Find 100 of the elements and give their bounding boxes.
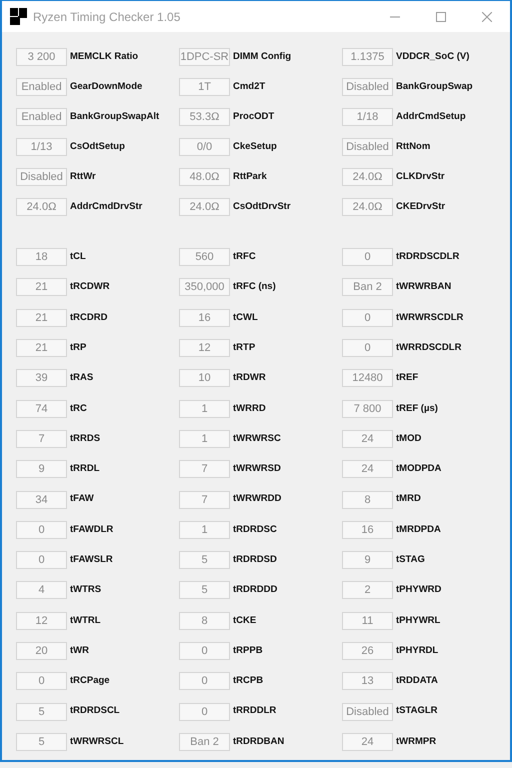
field-label: VDDCR_SoC (V): [396, 50, 470, 64]
field-label: tRRDS: [70, 432, 100, 446]
value-field[interactable]: 7: [179, 490, 230, 509]
value-field[interactable]: 0: [16, 672, 67, 690]
value-field[interactable]: 24.0Ω: [179, 198, 230, 216]
value-field[interactable]: 0: [179, 642, 230, 660]
value-field[interactable]: 12: [179, 339, 230, 358]
value-field[interactable]: Enabled: [16, 108, 67, 126]
value-field[interactable]: 3 200: [16, 48, 67, 66]
field-label: tRCPage: [70, 674, 110, 688]
value-field[interactable]: 8: [179, 612, 230, 630]
value-field[interactable]: 0: [342, 308, 393, 327]
value-field[interactable]: 1.1375: [342, 48, 393, 66]
value-field[interactable]: 12480: [342, 369, 393, 388]
value-field[interactable]: 26: [342, 642, 393, 660]
value-field[interactable]: 1: [179, 400, 230, 418]
value-field[interactable]: 5: [179, 581, 230, 600]
value-field[interactable]: 1/18: [342, 108, 393, 126]
value-field[interactable]: 1: [179, 430, 230, 448]
value-field[interactable]: 9: [16, 460, 67, 478]
value-field[interactable]: Disabled: [342, 138, 393, 156]
value-field[interactable]: 1T: [179, 78, 230, 96]
value-field[interactable]: Disabled: [16, 168, 67, 186]
value-field[interactable]: 4: [16, 581, 67, 600]
value-field[interactable]: 10: [179, 369, 230, 388]
value-field[interactable]: 21: [16, 278, 67, 296]
value-field[interactable]: 24.0Ω: [342, 168, 393, 186]
field-label: tRDRDBAN: [233, 734, 284, 749]
value-field[interactable]: 0: [16, 551, 67, 570]
value-field[interactable]: 1DPC-SR: [179, 48, 230, 66]
value-field[interactable]: 24: [342, 732, 393, 751]
field-label: tRP: [70, 340, 86, 355]
field-label: tREF: [396, 371, 418, 386]
value-field[interactable]: Ban 2: [179, 732, 230, 751]
value-field[interactable]: 0: [342, 248, 393, 266]
value-field[interactable]: 24: [342, 460, 393, 478]
field-label: tRCDRD: [70, 310, 108, 325]
value-field[interactable]: 39: [16, 369, 67, 388]
value-field[interactable]: Ban 2: [342, 278, 393, 296]
value-field[interactable]: 9: [342, 551, 393, 570]
value-field[interactable]: 8: [342, 490, 393, 509]
value-field[interactable]: Disabled: [342, 702, 393, 721]
value-field[interactable]: 12: [16, 612, 67, 630]
value-field[interactable]: 1: [179, 520, 230, 539]
field-label: AddrCmdDrvStr: [70, 200, 142, 214]
field-label: tRRDL: [70, 462, 100, 476]
field-label: tRDRDSD: [233, 552, 277, 567]
field-label: tFAWDLR: [70, 522, 114, 537]
value-field[interactable]: 18: [16, 248, 67, 266]
value-field[interactable]: 2: [342, 581, 393, 600]
field-label: ProcODT: [233, 110, 274, 124]
value-field[interactable]: 48.0Ω: [179, 168, 230, 186]
field-label: tSTAGLR: [396, 704, 438, 718]
value-field[interactable]: 20: [16, 642, 67, 660]
value-field[interactable]: Enabled: [16, 78, 67, 96]
field-label: tRCPB: [233, 674, 264, 688]
value-field[interactable]: 1/13: [16, 138, 67, 156]
value-field[interactable]: 21: [16, 308, 67, 327]
field-label: RttWr: [70, 170, 96, 184]
value-field[interactable]: 5: [16, 702, 67, 721]
value-field[interactable]: 16: [179, 308, 230, 327]
value-field[interactable]: 21: [16, 339, 67, 358]
value-field[interactable]: 0/0: [179, 138, 230, 156]
field-label: RttPark: [233, 170, 267, 184]
value-field[interactable]: 7: [179, 460, 230, 478]
value-field[interactable]: 0: [179, 702, 230, 721]
value-field[interactable]: 13: [342, 672, 393, 690]
value-field[interactable]: 7 800: [342, 400, 393, 418]
value-field[interactable]: 24.0Ω: [342, 198, 393, 216]
value-field[interactable]: 350,000: [179, 278, 230, 296]
value-field[interactable]: Disabled: [342, 78, 393, 96]
value-field[interactable]: 5: [16, 732, 67, 751]
value-field[interactable]: 34: [16, 490, 67, 509]
field-label: tPHYWRL: [396, 614, 440, 628]
field-label: CsOdtDrvStr: [233, 200, 291, 214]
value-field[interactable]: 560: [179, 248, 230, 266]
value-field[interactable]: 0: [342, 339, 393, 358]
field-label: tWR: [70, 644, 89, 658]
value-field[interactable]: 24.0Ω: [16, 198, 67, 216]
field-label: tRCDWR: [70, 280, 110, 294]
close-icon: [482, 12, 492, 22]
field-label: tRDRDSCL: [70, 704, 120, 718]
value-field[interactable]: 16: [342, 520, 393, 539]
field-label: tWRWRSC: [233, 432, 281, 446]
field-label: tPHYRDL: [396, 644, 438, 658]
field-label: tRDWR: [233, 371, 266, 386]
field-label: tSTAG: [396, 552, 425, 567]
field-label: tRDRDSCDLR: [396, 250, 460, 264]
value-field[interactable]: 74: [16, 400, 67, 418]
value-field[interactable]: 11: [342, 612, 393, 630]
field-label: CkeSetup: [233, 140, 277, 154]
value-field[interactable]: 0: [16, 520, 67, 539]
value-field[interactable]: 53.3Ω: [179, 108, 230, 126]
field-label: tWTRL: [70, 614, 101, 628]
value-field[interactable]: 7: [16, 430, 67, 448]
field-label: tWTRS: [70, 583, 102, 598]
value-field[interactable]: 5: [179, 551, 230, 570]
value-field[interactable]: 24: [342, 430, 393, 448]
field-label: tRAS: [70, 371, 94, 386]
value-field[interactable]: 0: [179, 672, 230, 690]
